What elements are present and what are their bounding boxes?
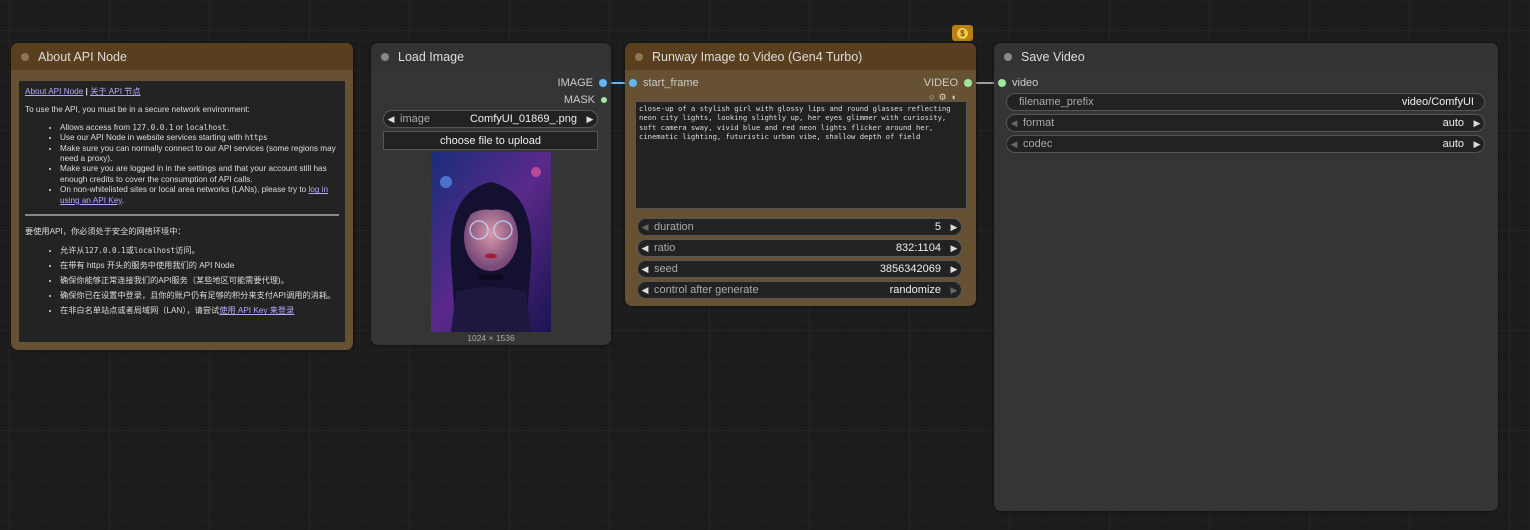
node-header[interactable]: Runway Image to Video (Gen4 Turbo) — [625, 43, 976, 70]
node-title: Load Image — [398, 49, 465, 64]
control-after-generate-widget[interactable]: ◀ control after generate randomize ▶ — [637, 281, 962, 299]
runway-node[interactable]: Runway Image to Video (Gen4 Turbo) start… — [625, 43, 976, 306]
output-image[interactable]: IMAGE — [558, 76, 607, 90]
list-item: Use our API Node in website services sta… — [60, 133, 339, 143]
doc-bullets-cn: 允许从127.0.0.1或localhost访问。 在带有 https 开头的服… — [25, 244, 339, 317]
arrow-left-icon[interactable]: ◀ — [1007, 118, 1021, 129]
collapse-dot-icon[interactable] — [635, 52, 643, 61]
upload-button[interactable]: choose file to upload — [383, 131, 598, 150]
list-item: 确保你已在设置中登录，且你的账户仍有足够的积分来支付API调用的消耗。 — [60, 289, 339, 302]
ratio-widget[interactable]: ◀ ratio 832:1104 ▶ — [637, 239, 962, 257]
output-video[interactable]: VIDEO — [924, 76, 972, 90]
format-widget[interactable]: ◀ format auto ▶ — [1006, 114, 1485, 132]
output-socket-icon[interactable] — [601, 97, 607, 103]
about-link[interactable]: About API Node — [25, 87, 83, 96]
list-item: Allows access from 127.0.0.1 or localhos… — [60, 123, 339, 133]
list-item: Make sure you can normally connect to ou… — [60, 144, 339, 165]
arrow-left-icon[interactable]: ◀ — [384, 114, 398, 125]
arrow-right-icon[interactable]: ▶ — [947, 285, 961, 296]
input-video[interactable]: video — [998, 76, 1038, 90]
price-badge: $ — [952, 25, 973, 41]
save-video-node[interactable]: Save Video video filename_prefix video/C… — [994, 43, 1498, 511]
image-preview — [431, 152, 551, 332]
list-item: 确保你能够正常连接我们的API服务（某些地区可能需要代理)。 — [60, 274, 339, 287]
list-item: 允许从127.0.0.1或localhost访问。 — [60, 244, 339, 257]
list-item: Make sure you are logged in in the setti… — [60, 164, 339, 185]
coin-icon: $ — [957, 27, 968, 39]
doc-links: About API Node | 关于 API 节点 — [25, 87, 339, 97]
output-socket-icon[interactable] — [599, 79, 607, 87]
arrow-left-icon[interactable]: ◀ — [638, 264, 652, 275]
list-item: On non-whitelisted sites or local area n… — [60, 185, 339, 206]
image-dimensions: 1024 × 1536 — [467, 333, 515, 343]
divider — [25, 214, 339, 217]
input-start-frame[interactable]: start_frame — [629, 76, 699, 90]
prompt-textarea[interactable]: close-up of a stylish girl with glossy l… — [635, 101, 967, 209]
arrow-right-icon[interactable]: ▶ — [1470, 118, 1484, 129]
duration-widget[interactable]: ◀ duration 5 ▶ — [637, 218, 962, 236]
node-title: Save Video — [1021, 49, 1085, 64]
api-key-login-link-cn[interactable]: 使用 API Key 来登录 — [219, 306, 294, 315]
api-info-document: About API Node | 关于 API 节点 To use the AP… — [19, 81, 345, 342]
arrow-right-icon[interactable]: ▶ — [583, 114, 597, 125]
codec-widget[interactable]: ◀ codec auto ▶ — [1006, 135, 1485, 153]
node-header[interactable]: Save Video — [994, 43, 1498, 70]
output-mask[interactable]: MASK — [564, 93, 607, 107]
node-header[interactable]: About API Node — [11, 43, 353, 70]
about-link-cn[interactable]: 关于 API 节点 — [90, 87, 141, 96]
doc-intro-cn: 要使用API，你必须处于安全的网络环境中： — [25, 227, 186, 237]
collapse-dot-icon[interactable] — [21, 52, 29, 61]
filename-prefix-input[interactable]: filename_prefix video/ComfyUI — [1006, 93, 1485, 111]
arrow-left-icon[interactable]: ◀ — [638, 285, 652, 296]
about-api-node[interactable]: About API Node About API Node | 关于 API 节… — [11, 43, 353, 350]
arrow-left-icon[interactable]: ◀ — [1007, 139, 1021, 150]
image-combo[interactable]: ◀ image ComfyUI_01869_.png ▶ — [383, 110, 598, 128]
input-socket-icon[interactable] — [629, 79, 637, 87]
arrow-right-icon[interactable]: ▶ — [947, 243, 961, 254]
node-title: About API Node — [38, 49, 127, 64]
arrow-right-icon[interactable]: ▶ — [1470, 139, 1484, 150]
node-title: Runway Image to Video (Gen4 Turbo) — [652, 49, 863, 64]
arrow-right-icon[interactable]: ▶ — [947, 222, 961, 233]
list-item: 在带有 https 开头的服务中使用我们的 API Node — [60, 259, 339, 272]
doc-intro: To use the API, you must be in a secure … — [25, 105, 250, 115]
link-separator: | — [85, 87, 88, 96]
seed-widget[interactable]: ◀ seed 3856342069 ▶ — [637, 260, 962, 278]
node-header[interactable]: Load Image — [371, 43, 611, 70]
doc-bullets: Allows access from 127.0.0.1 or localhos… — [25, 123, 339, 206]
list-item: 在非白名单站点或者局域网（LAN），请尝试使用 API Key 来登录 — [60, 304, 339, 317]
collapse-dot-icon[interactable] — [381, 52, 389, 61]
arrow-right-icon[interactable]: ▶ — [947, 264, 961, 275]
collapse-dot-icon[interactable] — [1004, 52, 1012, 61]
output-socket-icon[interactable] — [964, 79, 972, 87]
arrow-left-icon[interactable]: ◀ — [638, 243, 652, 254]
arrow-left-icon[interactable]: ◀ — [638, 222, 652, 233]
input-socket-icon[interactable] — [998, 79, 1006, 87]
load-image-node[interactable]: Load Image IMAGE MASK ◀ image ComfyUI_01… — [371, 43, 611, 345]
